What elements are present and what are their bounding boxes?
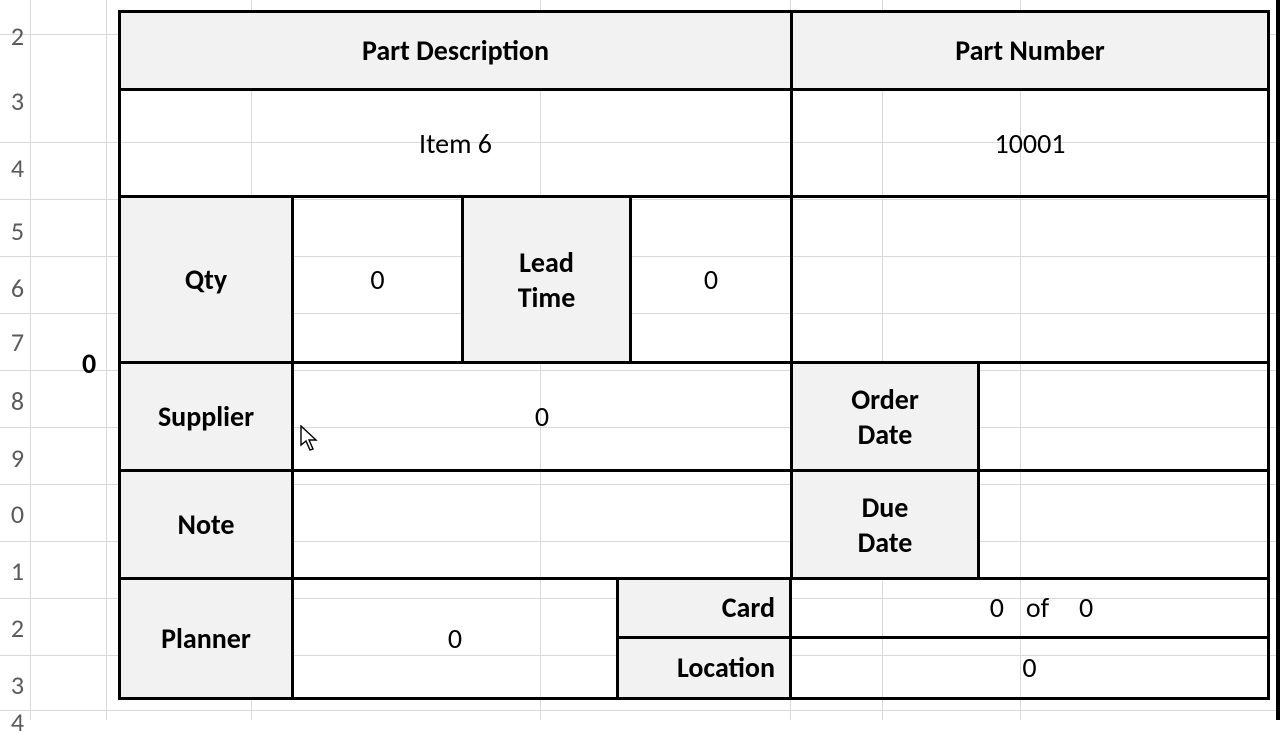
- row-number: 1: [0, 555, 30, 587]
- label-order-date: Order Date: [793, 364, 980, 472]
- row-number: 9: [0, 442, 30, 474]
- row-number: 7: [0, 326, 30, 358]
- header-part-number: Part Number: [793, 13, 1267, 91]
- label-of: of: [1010, 590, 1065, 625]
- right-edge-bar: [1276, 0, 1280, 720]
- value-due-date[interactable]: [980, 472, 1267, 580]
- row-number: 2: [0, 20, 30, 52]
- value-card-total: 0: [1065, 590, 1259, 625]
- kanban-card: Part Description Part Number Item 6 1000…: [118, 10, 1270, 700]
- value-note[interactable]: [294, 472, 793, 580]
- row-number: 8: [0, 385, 30, 417]
- row-number: 3: [0, 669, 30, 701]
- label-due-date: Due Date: [793, 472, 980, 580]
- value-qty[interactable]: 0: [294, 198, 464, 364]
- value-lead-time[interactable]: 0: [632, 198, 793, 364]
- header-part-description: Part Description: [121, 13, 793, 91]
- row-number: 5: [0, 215, 30, 247]
- side-index: 0: [82, 346, 96, 381]
- value-supplier[interactable]: 0: [294, 364, 793, 472]
- value-card-n: 0: [800, 590, 1010, 625]
- value-card-location-stack: 0 of 0 0: [792, 580, 1267, 700]
- label-location: Location: [619, 639, 789, 698]
- row-number: 6: [0, 272, 30, 304]
- card-of-group[interactable]: 0 of 0: [800, 590, 1259, 625]
- label-planner: Planner: [121, 580, 294, 700]
- label-qty: Qty: [121, 198, 294, 364]
- row-number: 3: [0, 85, 30, 117]
- label-card: Card: [619, 580, 789, 636]
- row-number: 4: [0, 152, 30, 184]
- row-number: 2: [0, 612, 30, 644]
- value-part-description[interactable]: Item 6: [121, 91, 793, 198]
- row-number: 4: [0, 706, 30, 738]
- label-lead-time: Lead Time: [464, 198, 632, 364]
- value-part-number[interactable]: 10001: [793, 91, 1267, 198]
- blank-upper-right: [793, 198, 1267, 364]
- label-note: Note: [121, 472, 294, 580]
- row-number: 0: [0, 498, 30, 530]
- value-location[interactable]: 0: [792, 639, 1267, 698]
- value-planner[interactable]: 0: [294, 580, 619, 700]
- label-card-location-stack: Card Location: [619, 580, 792, 700]
- value-order-date[interactable]: [980, 364, 1267, 472]
- label-supplier: Supplier: [121, 364, 294, 472]
